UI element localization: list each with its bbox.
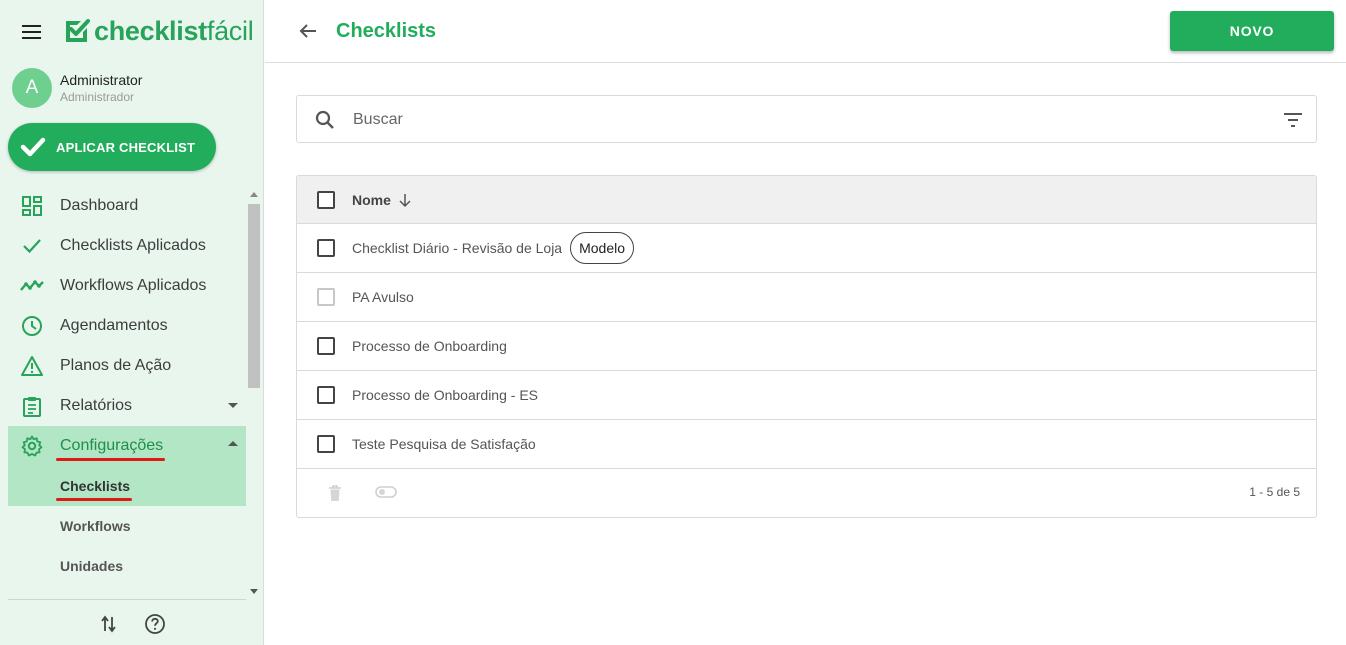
sidebar-item-label: Configurações (56, 437, 166, 461)
sidebar-subitem-workflows[interactable]: Workflows (8, 506, 246, 546)
sidebar: checklistfácil A Administrator Administr… (0, 0, 264, 645)
sidebar-item-label: Planos de Ação (60, 357, 172, 374)
sidebar-item-label: Workflows Aplicados (60, 277, 207, 294)
row-checkbox[interactable] (317, 288, 335, 306)
user-role: Administrador (60, 90, 135, 104)
sidebar-subitem-checklists[interactable]: Checklists (8, 466, 246, 506)
row-name: PA Avulso (352, 289, 414, 305)
trash-icon[interactable] (325, 483, 345, 503)
sidebar-item-configuracoes[interactable]: Configurações (8, 426, 246, 466)
sidebar-item-workflows-aplicados[interactable]: Workflows Aplicados (8, 266, 246, 306)
column-header-nome[interactable]: Nome (352, 192, 413, 208)
sidebar-footer (8, 599, 246, 645)
apply-checklist-label: APLICAR CHECKLIST (56, 139, 196, 155)
annotation-underline (56, 498, 133, 501)
user-name: Administrator (60, 72, 143, 88)
sidebar-item-label: Relatórios (60, 397, 133, 414)
new-button[interactable]: NOVO (1170, 11, 1334, 51)
logo-text: checklistfácil (94, 15, 254, 46)
row-name: Checklist Diário - Revisão de Loja Model… (352, 232, 635, 264)
scrollbar-thumb[interactable] (248, 204, 260, 388)
checklists-table: Nome Checklist Diário - Revisão de Loja … (296, 175, 1317, 518)
search-icon (315, 110, 334, 129)
scroll-down-icon[interactable] (250, 589, 258, 594)
sidebar-item-label: Dashboard (60, 197, 139, 214)
avatar: A (12, 68, 52, 108)
sidebar-subitem-label: Unidades (60, 558, 124, 574)
row-name: Teste Pesquisa de Satisfação (352, 436, 536, 452)
sidebar-scrollbar[interactable] (247, 188, 261, 598)
table-row[interactable]: Teste Pesquisa de Satisfação (297, 420, 1316, 469)
clipboard-icon (20, 394, 44, 418)
row-checkbox[interactable] (317, 239, 335, 257)
table-row[interactable]: Processo de Onboarding (297, 322, 1316, 371)
top-header: Checklists NOVO (265, 0, 1346, 63)
clock-icon (20, 314, 44, 338)
logo-check-icon (66, 19, 90, 42)
check-icon (20, 137, 46, 157)
sidebar-subitem-unidades[interactable]: Unidades (8, 546, 246, 586)
row-name: Processo de Onboarding (352, 338, 507, 354)
table-footer: 1 - 5 de 5 (297, 469, 1316, 517)
row-checkbox[interactable] (317, 386, 335, 404)
sidebar-item-label: Agendamentos (60, 317, 168, 334)
row-checkbox[interactable] (317, 337, 335, 355)
sidebar-subitem-label: Checklists (56, 478, 133, 501)
row-name: Processo de Onboarding - ES (352, 387, 538, 403)
help-icon[interactable] (144, 613, 166, 635)
page-title: Checklists (336, 20, 437, 42)
menu-icon[interactable] (22, 25, 42, 41)
gear-icon (20, 434, 44, 458)
pagination-info: 1 - 5 de 5 (1249, 485, 1300, 499)
model-badge: Modelo (570, 232, 635, 264)
chevron-up-icon (228, 441, 238, 446)
table-header: Nome (297, 176, 1316, 224)
toggle-icon[interactable] (375, 485, 397, 499)
sidebar-item-agendamentos[interactable]: Agendamentos (8, 306, 246, 346)
filter-icon[interactable] (1281, 108, 1305, 132)
sidebar-item-dashboard[interactable]: Dashboard (8, 186, 246, 226)
sidebar-subitem-label: Workflows (60, 518, 131, 534)
check-icon (20, 234, 44, 258)
annotation-underline (56, 458, 166, 461)
table-row[interactable]: Processo de Onboarding - ES (297, 371, 1316, 420)
row-checkbox[interactable] (317, 435, 335, 453)
sidebar-item-relatorios[interactable]: Relatórios (8, 386, 246, 426)
table-row[interactable]: PA Avulso (297, 273, 1316, 322)
search-bar (296, 95, 1317, 143)
apply-checklist-button[interactable]: APLICAR CHECKLIST (8, 123, 216, 171)
sidebar-item-label: Checklists Aplicados (60, 237, 206, 254)
trending-icon (20, 274, 44, 298)
back-arrow-icon[interactable] (297, 20, 319, 42)
sidebar-item-planos-de-acao[interactable]: Planos de Ação (8, 346, 246, 386)
user-profile[interactable]: A Administrator Administrador (12, 68, 142, 108)
swap-icon[interactable] (98, 613, 120, 635)
dashboard-icon (20, 194, 44, 218)
sidebar-nav: Dashboard Checklists Aplicados Workflows… (8, 186, 246, 598)
arrow-down-icon (399, 193, 411, 207)
select-all-checkbox[interactable] (317, 191, 335, 209)
search-input[interactable] (353, 106, 1253, 134)
logo[interactable]: checklistfácil (64, 15, 254, 46)
table-row[interactable]: Checklist Diário - Revisão de Loja Model… (297, 224, 1316, 273)
warning-icon (20, 354, 44, 378)
sidebar-item-checklists-aplicados[interactable]: Checklists Aplicados (8, 226, 246, 266)
chevron-down-icon (228, 403, 238, 408)
scroll-up-icon[interactable] (250, 192, 258, 197)
